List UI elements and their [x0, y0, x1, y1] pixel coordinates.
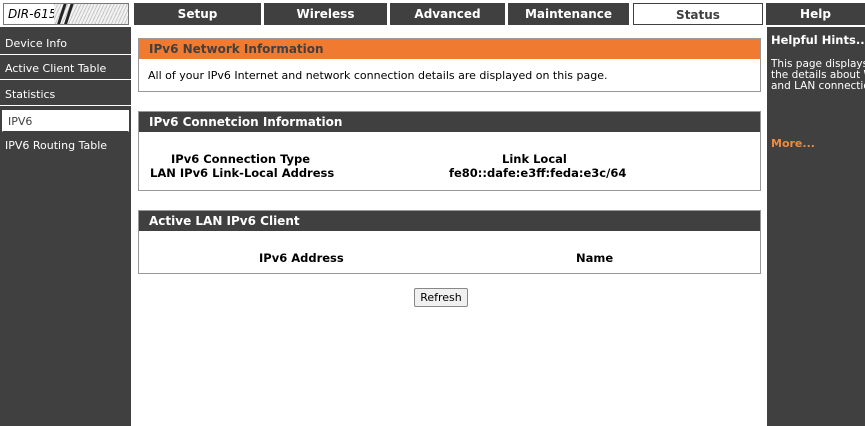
column-header-ipv6-address: IPv6 Address	[259, 251, 344, 265]
model-logo: DIR-615	[3, 3, 129, 25]
panel-description: All of your IPv6 Internet and network co…	[148, 69, 608, 82]
top-navigation: DIR-615 Setup Wireless Advanced Maintena…	[0, 0, 865, 27]
sidebar: Device Info Active Client Table Statisti…	[0, 27, 131, 426]
help-panel: Helpful Hints... This page displays all …	[767, 27, 865, 426]
sidebar-item-statistics[interactable]: Statistics	[0, 84, 131, 106]
sidebar-item-ipv6-routing-table[interactable]: IPV6 Routing Table	[0, 135, 131, 157]
ipv6-connection-panel: IPv6 Connetcion Information IPv6 Connect…	[138, 111, 761, 191]
tab-wireless[interactable]: Wireless	[264, 3, 390, 25]
help-text: This page displays all the details about…	[771, 58, 865, 92]
sidebar-item-ipv6[interactable]: IPV6	[2, 110, 129, 132]
refresh-button[interactable]: Refresh	[414, 288, 468, 307]
sidebar-item-active-client-table[interactable]: Active Client Table	[0, 58, 131, 80]
active-lan-ipv6-client-panel: Active LAN IPv6 Client IPv6 Address Name	[138, 210, 761, 274]
panel-title: IPv6 Connetcion Information	[139, 112, 760, 132]
tab-setup[interactable]: Setup	[134, 3, 264, 25]
ipv6-network-info-panel: IPv6 Network Information All of your IPv…	[138, 38, 761, 92]
tab-status[interactable]: Status	[633, 3, 763, 25]
help-more-link[interactable]: More...	[771, 137, 815, 150]
tab-help[interactable]: Help	[766, 3, 865, 25]
link-local-address-label: LAN IPv6 Link-Local Address	[150, 166, 335, 180]
panel-title: Active LAN IPv6 Client	[139, 211, 760, 231]
model-name: DIR-615	[8, 7, 57, 21]
column-header-name: Name	[576, 251, 614, 265]
connection-type-value: Link Local	[502, 152, 567, 166]
help-title: Helpful Hints...	[771, 33, 865, 47]
link-local-address-value: fe80::dafe:e3ff:feda:e3c/64	[449, 166, 627, 180]
tab-advanced[interactable]: Advanced	[390, 3, 508, 25]
tab-maintenance[interactable]: Maintenance	[508, 3, 632, 25]
connection-type-label: IPv6 Connection Type	[171, 152, 311, 166]
sidebar-item-device-info[interactable]: Device Info	[0, 33, 131, 55]
panel-title: IPv6 Network Information	[139, 39, 760, 59]
